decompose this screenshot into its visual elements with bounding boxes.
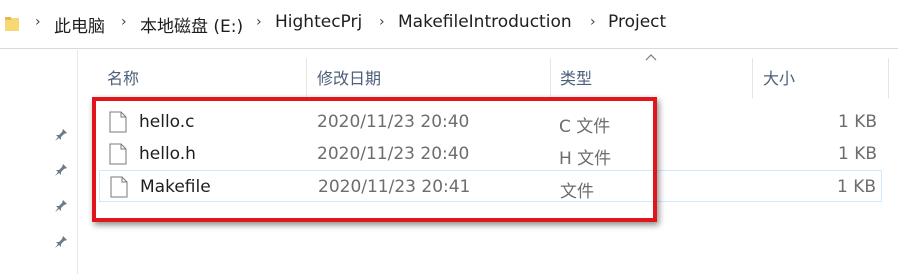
pin-icon[interactable] xyxy=(54,128,68,142)
file-type: 文件 xyxy=(560,182,594,202)
breadcrumb-item-hightecprj[interactable]: HightecPrj xyxy=(275,12,362,32)
breadcrumb-item-makefileintroduction[interactable]: MakefileIntroduction xyxy=(398,12,572,32)
pin-icon[interactable] xyxy=(54,199,68,213)
breadcrumb-item-project[interactable]: Project xyxy=(608,12,666,32)
sort-up-icon xyxy=(645,54,657,61)
file-size: 1 KB xyxy=(836,177,876,197)
file-size: 1 KB xyxy=(837,112,877,132)
pin-icon[interactable] xyxy=(54,163,68,177)
column-divider[interactable] xyxy=(306,58,307,98)
address-bar[interactable]: › 此电脑 › 本地磁盘 (E:) › HightecPrj › Makefil… xyxy=(0,0,898,49)
column-divider[interactable] xyxy=(550,58,551,98)
folder-icon xyxy=(5,17,19,31)
column-divider[interactable] xyxy=(888,58,889,98)
file-row-selected[interactable]: Makefile 2020/11/23 20:41 文件 1 KB xyxy=(99,170,882,202)
breadcrumb-separator[interactable]: › xyxy=(379,14,385,30)
column-divider[interactable] xyxy=(752,58,753,98)
breadcrumb-item-this-pc[interactable]: 此电脑 xyxy=(54,12,105,37)
breadcrumb-separator[interactable]: › xyxy=(256,14,262,30)
breadcrumb-separator[interactable]: › xyxy=(590,14,596,30)
file-date: 2020/11/23 20:40 xyxy=(317,144,470,164)
column-header-type[interactable]: 类型 xyxy=(560,65,592,89)
file-type: C 文件 xyxy=(559,117,611,137)
file-name[interactable]: hello.c xyxy=(139,112,195,132)
navigation-pane xyxy=(0,50,78,274)
file-row[interactable]: hello.c 2020/11/23 20:40 C 文件 1 KB xyxy=(99,106,882,138)
pin-icon[interactable] xyxy=(54,235,68,249)
file-row[interactable]: hello.h 2020/11/23 20:40 H 文件 1 KB xyxy=(99,138,882,170)
file-icon xyxy=(109,143,127,165)
file-icon xyxy=(110,176,128,198)
file-name[interactable]: Makefile xyxy=(140,177,211,197)
column-header-date[interactable]: 修改日期 xyxy=(317,65,381,89)
file-date: 2020/11/23 20:40 xyxy=(317,112,470,132)
file-size: 1 KB xyxy=(837,144,877,164)
file-icon xyxy=(109,111,127,133)
breadcrumb-separator[interactable]: › xyxy=(35,14,41,30)
file-date: 2020/11/23 20:41 xyxy=(318,177,471,197)
breadcrumb-separator[interactable]: › xyxy=(121,14,127,30)
file-type: H 文件 xyxy=(559,149,612,169)
column-header-size[interactable]: 大小 xyxy=(763,65,795,89)
file-name[interactable]: hello.h xyxy=(139,144,196,164)
breadcrumb-item-drive-e[interactable]: 本地磁盘 (E:) xyxy=(140,12,243,37)
column-header-name[interactable]: 名称 xyxy=(107,65,139,89)
